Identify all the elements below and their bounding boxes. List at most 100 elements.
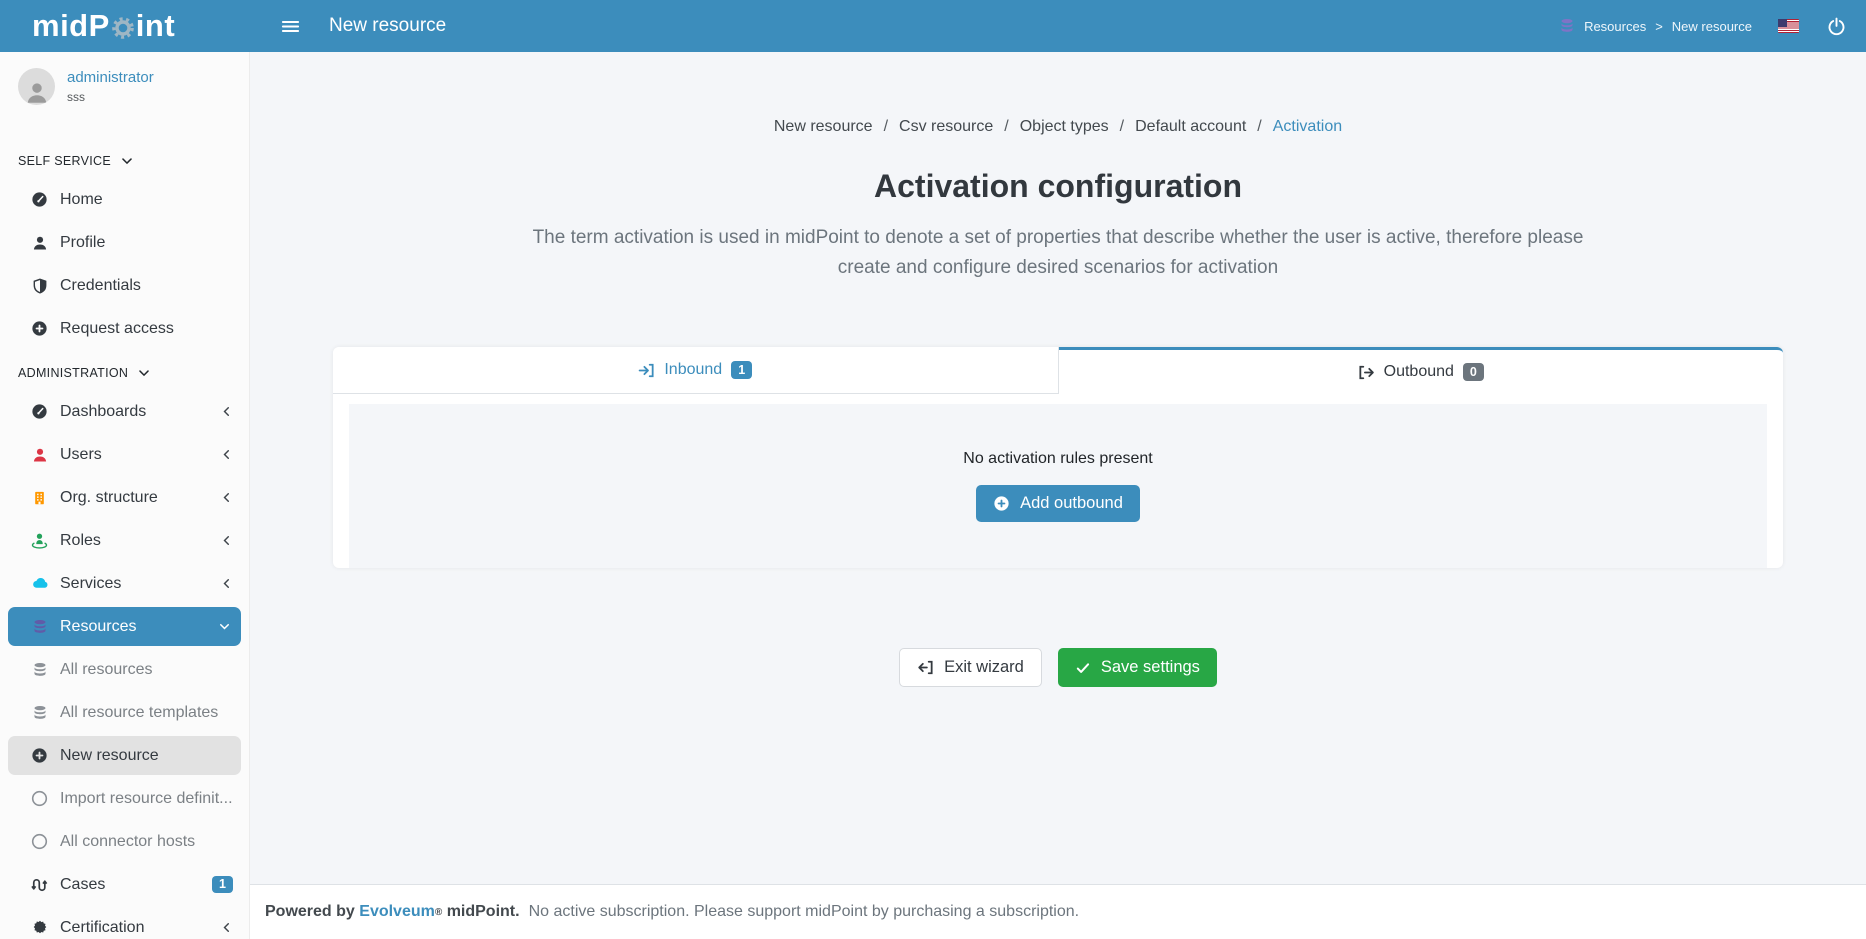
breadcrumb-item[interactable]: Csv resource	[899, 118, 993, 136]
sidebar-item-credentials[interactable]: Credentials	[0, 264, 249, 307]
activation-card: Inbound 1 Outbound 0 No activation rules…	[333, 347, 1783, 568]
user-name-link[interactable]: administrator	[67, 69, 154, 86]
sidebar-subitem-all-connector-hosts[interactable]: All connector hosts	[0, 820, 249, 863]
sidebar-item-users[interactable]: Users	[0, 433, 249, 476]
avatar	[18, 68, 55, 105]
add-outbound-button[interactable]: Add outbound	[976, 485, 1140, 522]
sidebar-item-label: New resource	[60, 747, 159, 765]
breadcrumb-item[interactable]: Object types	[1020, 118, 1109, 136]
power-icon[interactable]	[1827, 17, 1846, 36]
sidebar-subitem-import-resource-definition[interactable]: Import resource definit...	[0, 777, 249, 820]
footer-powered-by: Powered by	[265, 903, 355, 921]
sidebar-item-label: Import resource definit...	[60, 790, 233, 808]
sidebar-item-home[interactable]: Home	[0, 178, 249, 221]
database-icon	[30, 619, 49, 635]
sidebar-item-request-access[interactable]: Request access	[0, 307, 249, 350]
page-subtitle: The term activation is used in midPoint …	[448, 223, 1668, 283]
sidebar-subitem-new-resource[interactable]: New resource	[8, 736, 241, 775]
chevron-down-icon	[218, 620, 231, 633]
database-icon	[30, 662, 49, 678]
chevron-down-icon	[120, 154, 134, 168]
hamburger-icon[interactable]	[280, 16, 301, 37]
sidebar-item-certification[interactable]: Certification	[0, 906, 249, 939]
sidebar-item-roles[interactable]: Roles	[0, 519, 249, 562]
sidebar-item-label: All connector hosts	[60, 833, 195, 851]
certificate-icon	[30, 920, 49, 936]
building-icon	[30, 490, 49, 506]
footer-product: midPoint.	[447, 903, 520, 921]
chevron-down-icon	[137, 366, 151, 380]
section-header-administration[interactable]: ADMINISTRATION	[0, 356, 249, 390]
save-settings-button[interactable]: Save settings	[1058, 648, 1217, 687]
sidebar-item-profile[interactable]: Profile	[0, 221, 249, 264]
tab-count-badge: 1	[731, 361, 752, 379]
save-settings-label: Save settings	[1101, 658, 1200, 677]
sidebar-subitem-all-resources[interactable]: All resources	[0, 648, 249, 691]
breadcrumb-separator: /	[1004, 118, 1008, 136]
sign-in-icon	[638, 362, 655, 379]
chevron-left-icon	[220, 491, 233, 504]
chevron-left-icon	[220, 534, 233, 547]
add-outbound-label: Add outbound	[1020, 494, 1123, 513]
sidebar-item-label: All resources	[60, 661, 152, 679]
chevron-left-icon	[220, 921, 233, 934]
registered-mark: ®	[435, 907, 442, 918]
subscription-note: No active subscription. Please support m…	[529, 903, 1080, 921]
outbound-panel: No activation rules present Add outbound	[349, 404, 1767, 568]
logo-text-post: int	[136, 8, 175, 44]
navbar-breadcrumb-section[interactable]: Resources	[1584, 19, 1646, 34]
navbar-breadcrumb-separator: >	[1655, 19, 1663, 34]
tab-label: Outbound	[1384, 363, 1454, 381]
navbar-breadcrumb-page[interactable]: New resource	[1672, 19, 1752, 34]
sidebar-item-cases[interactable]: Cases 1	[0, 863, 249, 906]
plus-circle-icon	[30, 747, 49, 764]
breadcrumb-item[interactable]: New resource	[774, 118, 873, 136]
sidebar-item-resources[interactable]: Resources	[8, 607, 241, 646]
shield-icon	[30, 278, 49, 294]
sidebar-item-org-structure[interactable]: Org. structure	[0, 476, 249, 519]
sidebar-item-services[interactable]: Services	[0, 562, 249, 605]
footer: Powered by Evolveum® midPoint. No active…	[250, 884, 1866, 939]
us-flag-icon[interactable]	[1778, 19, 1799, 33]
check-icon	[1075, 660, 1091, 676]
empty-state-message: No activation rules present	[963, 450, 1152, 468]
sidebar-item-label: Home	[60, 191, 103, 209]
sidebar-item-label: Cases	[60, 876, 105, 894]
page-subtitle-line1: The term activation is used in midPoint …	[533, 227, 1584, 248]
tab-outbound[interactable]: Outbound 0	[1059, 347, 1784, 394]
section-header-self-service[interactable]: SELF SERVICE	[0, 144, 249, 178]
chevron-left-icon	[220, 577, 233, 590]
exit-wizard-button[interactable]: Exit wizard	[899, 648, 1042, 687]
database-icon	[1559, 18, 1575, 34]
tab-inbound[interactable]: Inbound 1	[333, 347, 1059, 394]
evolveum-link[interactable]: Evolveum	[359, 903, 435, 921]
plus-circle-icon	[30, 320, 49, 337]
sidebar-item-label: Credentials	[60, 277, 141, 295]
breadcrumb-separator: /	[1257, 118, 1261, 136]
breadcrumb-item[interactable]: Default account	[1135, 118, 1246, 136]
sidebar-item-label: Dashboards	[60, 403, 146, 421]
tab-bar: Inbound 1 Outbound 0	[333, 347, 1783, 394]
sidebar-item-label: All resource templates	[60, 704, 218, 722]
midpoint-logo[interactable]: midP int	[0, 8, 250, 44]
sidebar-item-label: Org. structure	[60, 489, 158, 507]
sidebar-subitem-all-resource-templates[interactable]: All resource templates	[0, 691, 249, 734]
sidebar-nav: SELF SERVICE Home Profile Credentials	[0, 117, 249, 939]
tab-label: Inbound	[664, 361, 722, 379]
sidebar-item-label: Request access	[60, 320, 174, 338]
breadcrumb-item-active: Activation	[1273, 118, 1342, 136]
page-title: Activation configuration	[250, 168, 1866, 205]
breadcrumb: New resource / Csv resource / Object typ…	[250, 118, 1866, 136]
sign-out-icon	[1358, 364, 1375, 381]
navbar-right: Resources > New resource	[1559, 17, 1866, 36]
gear-icon	[111, 16, 135, 40]
breadcrumb-separator: /	[1120, 118, 1124, 136]
sidebar-item-label: Roles	[60, 532, 101, 550]
section-label: SELF SERVICE	[18, 154, 111, 168]
sidebar: administrator sss SELF SERVICE Home Prof…	[0, 52, 250, 939]
sidebar-item-dashboards[interactable]: Dashboards	[0, 390, 249, 433]
top-navbar: midP int New resource Resources > New re…	[0, 0, 1866, 52]
user-icon	[30, 447, 49, 463]
navbar-breadcrumb: Resources > New resource	[1559, 18, 1752, 34]
sidebar-item-label: Resources	[60, 618, 136, 636]
